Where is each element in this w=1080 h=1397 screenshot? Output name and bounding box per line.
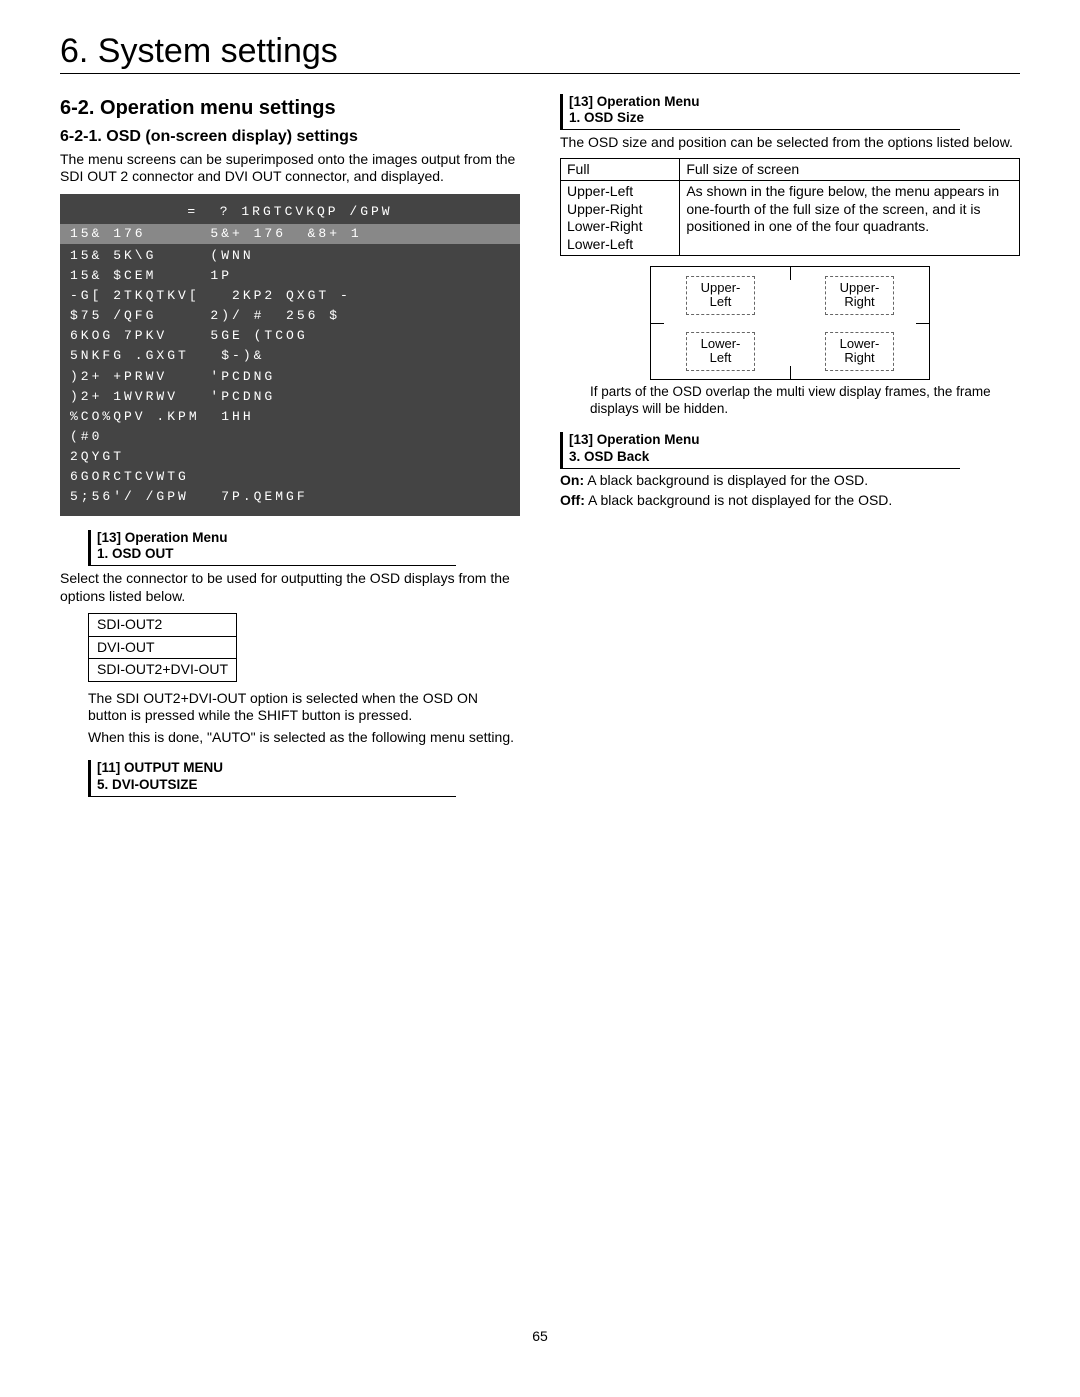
table-row: SDI-OUT2+DVI-OUT [89,659,237,682]
menu-line: 15& $CEM 1P [70,268,232,283]
menu-line: %CO%QPV .KPM 1HH [70,409,254,424]
pos-label: Lower-Right [567,218,673,236]
osd-size-table: Full Full size of screen Upper-Left Uppe… [560,158,1020,257]
table-row: SDI-OUT2 [89,614,237,637]
menu-line: 6GORCTCVWTG [70,469,189,484]
ref-line: [13] Operation Menu [569,432,960,449]
quadrant-lower-right: Lower- Right [790,323,929,379]
osd-menu-screenshot: = ? 1RGTCVKQP /GPW15& 176 5&+ 176 &8+ 1 1… [60,194,520,516]
chapter-title: 6. System settings [60,30,1020,74]
ref-line: 1. OSD Size [569,110,960,127]
menu-header: = ? 1RGTCVKQP /GPW [70,202,510,222]
ref-line: [13] Operation Menu [97,530,456,547]
menu-line: 5;56'/ /GPW 7P.QEMGF [70,489,308,504]
on-desc: A black background is displayed for the … [587,472,868,488]
ref-line: 5. DVI-OUTSIZE [97,777,456,794]
menu-highlighted-row: 15& 176 5&+ 176 &8+ 1 [60,224,520,244]
size-cell-desc: As shown in the figure below, the menu a… [680,181,1020,256]
menu-line: 15& 5K\G (WNN [70,248,254,263]
quadrant-lower-left: Lower- Left [651,323,790,379]
menu-line: -G[ 2TKQTKV[ 2KP2 QXGT - [70,288,351,303]
section-title: 6-2. Operation menu settings [60,96,520,121]
quadrant-note: If parts of the OSD overlap the multi vi… [590,384,1020,418]
off-label: Off: [560,492,585,508]
left-column: 6-2. Operation menu settings 6-2-1. OSD … [60,88,520,800]
menu-ref-dvi-outsize: [11] OUTPUT MENU 5. DVI-OUTSIZE [88,760,456,797]
menu-ref-osd-size: [13] Operation Menu 1. OSD Size [560,94,960,131]
menu-line: 6KOG 7PKV 5GE (TCOG [70,328,308,343]
osd-out-note: The SDI OUT2+DVI-OUT option is selected … [88,690,520,747]
intro-paragraph: The menu screens can be superimposed ont… [60,151,520,186]
two-column-layout: 6-2. Operation menu settings 6-2-1. OSD … [60,88,1020,800]
quadrant-upper-right: Upper- Right [790,267,929,323]
menu-line: 5NKFG .GXGT $-)& [70,348,264,363]
ref-line: [11] OUTPUT MENU [97,760,456,777]
osd-out-desc: Select the connector to be used for outp… [60,570,520,605]
size-cell-desc: Full size of screen [680,158,1020,181]
pos-label: Lower-Left [567,236,673,254]
page-number: 65 [532,1328,548,1346]
tick-mark [916,323,930,324]
menu-line: 2QYGT [70,449,124,464]
menu-line: $75 /QFG 2)/ # 256 $ [70,308,340,323]
quadrant-label: Lower- Right [825,332,895,371]
tick-mark [650,323,664,324]
ref-line: 3. OSD Back [569,449,960,466]
note-text: When this is done, "AUTO" is selected as… [88,729,520,747]
on-label: On: [560,472,584,488]
quadrant-label: Upper- Left [686,276,756,315]
ref-line: [13] Operation Menu [569,94,960,111]
quadrant-figure: Upper- Left Upper- Right Lower- Left Low… [650,266,930,380]
ref-line: 1. OSD OUT [97,546,456,563]
quadrant-upper-left: Upper- Left [651,267,790,323]
osd-out-options-table: SDI-OUT2 DVI-OUT SDI-OUT2+DVI-OUT [88,613,237,682]
size-cell-label: Full [561,158,680,181]
table-row: DVI-OUT [89,636,237,659]
right-column: [13] Operation Menu 1. OSD Size The OSD … [560,88,1020,800]
off-desc: A black background is not displayed for … [588,492,892,508]
menu-line: (#0 [70,429,102,444]
osd-size-intro: The OSD size and position can be selecte… [560,134,1020,152]
tick-mark [790,366,791,380]
osd-back-off: Off: A black background is not displayed… [560,492,1020,510]
quadrant-label: Lower- Left [686,332,756,371]
menu-line: )2+ +PRWV 'PCDNG [70,369,275,384]
menu-ref-osd-back: [13] Operation Menu 3. OSD Back [560,432,960,469]
osd-back-on: On: A black background is displayed for … [560,472,1020,490]
subsection-title: 6-2-1. OSD (on-screen display) settings [60,127,520,147]
quadrant-label: Upper- Right [825,276,895,315]
tick-mark [790,266,791,280]
pos-label: Upper-Left [567,183,673,201]
pos-label: Upper-Right [567,201,673,219]
size-cell-labels: Upper-Left Upper-Right Lower-Right Lower… [561,181,680,256]
menu-ref-osd-out: [13] Operation Menu 1. OSD OUT [88,530,456,567]
note-text: The SDI OUT2+DVI-OUT option is selected … [88,690,520,725]
menu-line: )2+ 1WVRWV 'PCDNG [70,389,275,404]
